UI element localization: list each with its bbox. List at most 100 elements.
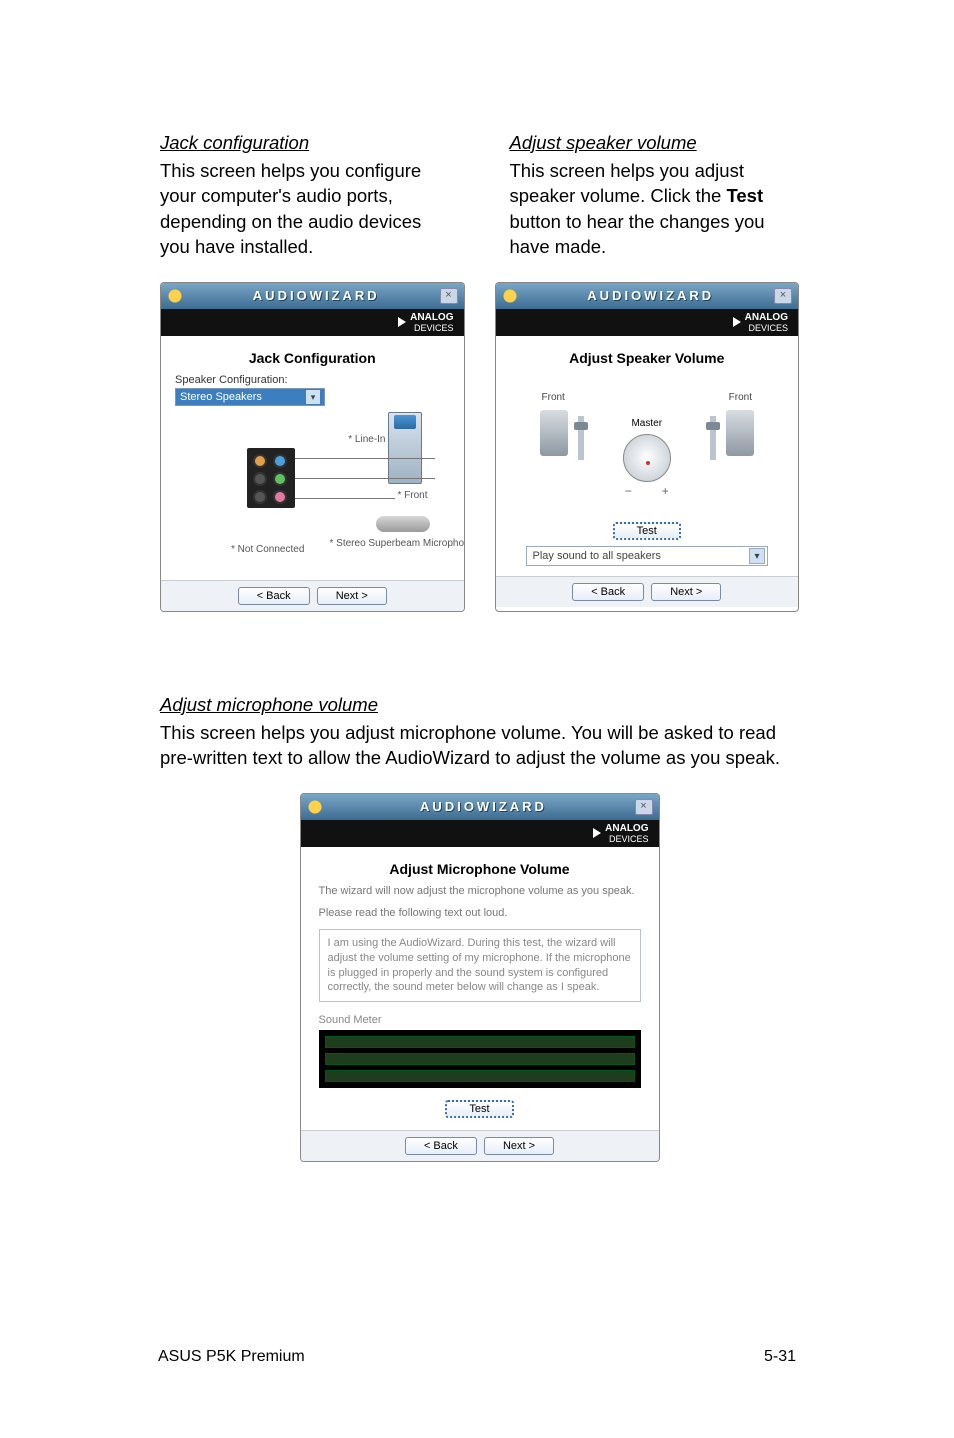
port-orange [253,454,267,468]
brand-row: ANALOGDEVICES [496,309,799,336]
sound-icon [167,287,187,305]
brand-row: ANALOGDEVICES [301,820,659,847]
mic-dialog-wrap: AUDIOWIZARD × ANALOGDEVICES Adjust Micro… [160,793,799,1162]
jack-config-dialog: AUDIOWIZARD × ANALOGDEVICES Jack Configu… [160,282,465,612]
dialog-footer: < Back Next > [496,576,799,607]
tag-line-in: * Line-In [348,434,385,445]
dialog-titlebar: AUDIOWIZARD × [301,794,659,820]
master-volume-knob[interactable] [623,434,671,482]
dialog-titlebar: AUDIOWIZARD × [496,283,799,309]
play-sound-select[interactable]: Play sound to all speakers ▾ [526,546,769,566]
speaker-right-icon [726,410,754,456]
page-footer: ASUS P5K Premium 5-31 [158,1348,796,1366]
tag-front: * Front [397,490,427,501]
jack-intro-body: This screen helps you configure your com… [160,158,450,260]
front-right-label: Front [729,392,752,403]
chevron-down-icon[interactable]: ▾ [306,390,320,404]
mic-body: Adjust Microphone Volume The wizard will… [301,847,659,1130]
dialog-footer: < Back Next > [301,1130,659,1161]
speaker-volume-dialog: AUDIOWIZARD × ANALOGDEVICES Adjust Speak… [495,282,800,612]
knob-minus-icon: − + [625,484,669,498]
mic-read-label: Please read the following text out loud. [319,907,641,919]
front-left-slider[interactable] [578,416,584,460]
speaker-area: Front Front Master − + [510,374,785,524]
speaker-body: Adjust Speaker Volume Front Front Master… [496,336,799,576]
meter-bar [325,1070,635,1082]
tag-superbeam: * Stereo Superbeam Microphone [330,538,440,549]
footer-page: 5-31 [764,1348,796,1366]
spk-test-word: Test [726,185,763,206]
speaker-intro-title: Adjust speaker volume [510,130,800,156]
back-button[interactable]: < Back [238,587,310,605]
brand-row: ANALOGDEVICES [161,309,464,336]
footer-left: ASUS P5K Premium [158,1348,305,1366]
next-button[interactable]: Next > [651,583,721,601]
speaker-intro: Adjust speaker volume This screen helps … [510,130,800,260]
jack-intro: Jack configuration This screen helps you… [160,130,450,260]
wizards-row: AUDIOWIZARD × ANALOGDEVICES Jack Configu… [160,282,799,612]
dialog-title: AUDIOWIZARD [528,288,775,303]
connector-line [295,478,435,479]
tag-not-connected: * Not Connected [231,544,304,555]
mic-intro-body: This screen helps you adjust microphone … [160,720,799,771]
next-button[interactable]: Next > [317,587,387,605]
meter-bar [325,1036,635,1048]
jack-body: Jack Configuration Speaker Configuration… [161,336,464,580]
dialog-title: AUDIOWIZARD [193,288,440,303]
spk-body-a: This screen helps you adjust speaker vol… [510,160,744,207]
speaker-intro-body: This screen helps you adjust speaker vol… [510,158,800,260]
connector-line [295,458,435,459]
close-icon[interactable]: × [774,288,792,304]
brand-text: ANALOGDEVICES [605,823,648,844]
sound-meter-label: Sound Meter [319,1014,641,1026]
speaker-config-value: Stereo Speakers [180,391,262,403]
brand-arrow-icon [733,317,741,327]
sound-icon [502,287,522,305]
port-line-in [273,454,287,468]
mic-read-text: I am using the AudioWizard. During this … [319,929,641,1002]
speaker-config-select[interactable]: Stereo Speakers ▾ [175,388,325,406]
pc-tower-icon [388,412,422,484]
next-button[interactable]: Next > [484,1137,554,1155]
mic-heading: Adjust Microphone Volume [315,855,645,885]
dialog-titlebar: AUDIOWIZARD × [161,283,464,309]
port-grey-1 [253,472,267,486]
mic-intro-title: Adjust microphone volume [160,692,799,718]
chevron-down-icon[interactable]: ▾ [749,548,765,564]
front-right-slider[interactable] [710,416,716,460]
mic-intro: Adjust microphone volume This screen hel… [160,692,799,771]
test-button[interactable]: Test [445,1100,513,1118]
brand-text: ANALOGDEVICES [410,312,453,333]
back-button[interactable]: < Back [405,1137,477,1155]
play-sound-value: Play sound to all speakers [533,550,661,562]
port-grey-2 [253,490,267,504]
intro-columns: Jack configuration This screen helps you… [160,130,799,260]
jack-heading: Jack Configuration [175,344,450,374]
brand-arrow-icon [398,317,406,327]
back-button[interactable]: < Back [572,583,644,601]
brand-arrow-icon [593,828,601,838]
speaker-heading: Adjust Speaker Volume [510,344,785,374]
port-mic [273,490,287,504]
front-left-label: Front [542,392,565,403]
port-front [273,472,287,486]
speaker-config-label: Speaker Configuration: [175,374,450,386]
jack-intro-title: Jack configuration [160,130,450,156]
spk-body-c: button to hear the changes you have made… [510,211,765,258]
superbeam-mic-icon [376,516,430,532]
close-icon[interactable]: × [440,288,458,304]
sound-icon [307,798,327,816]
connector-line [295,498,395,499]
mic-subtext: The wizard will now adjust the microphon… [319,885,641,897]
master-label: Master [631,418,662,429]
speaker-left-icon [540,410,568,456]
jack-diagram: * Line-In * Front * Not Connected * Ster… [175,412,450,572]
close-icon[interactable]: × [635,799,653,815]
audio-port-panel [247,448,295,508]
mic-volume-dialog: AUDIOWIZARD × ANALOGDEVICES Adjust Micro… [300,793,660,1162]
brand-text: ANALOGDEVICES [745,312,788,333]
sound-meter [319,1030,641,1088]
dialog-title: AUDIOWIZARD [333,799,635,814]
dialog-footer: < Back Next > [161,580,464,611]
test-button[interactable]: Test [613,522,681,540]
